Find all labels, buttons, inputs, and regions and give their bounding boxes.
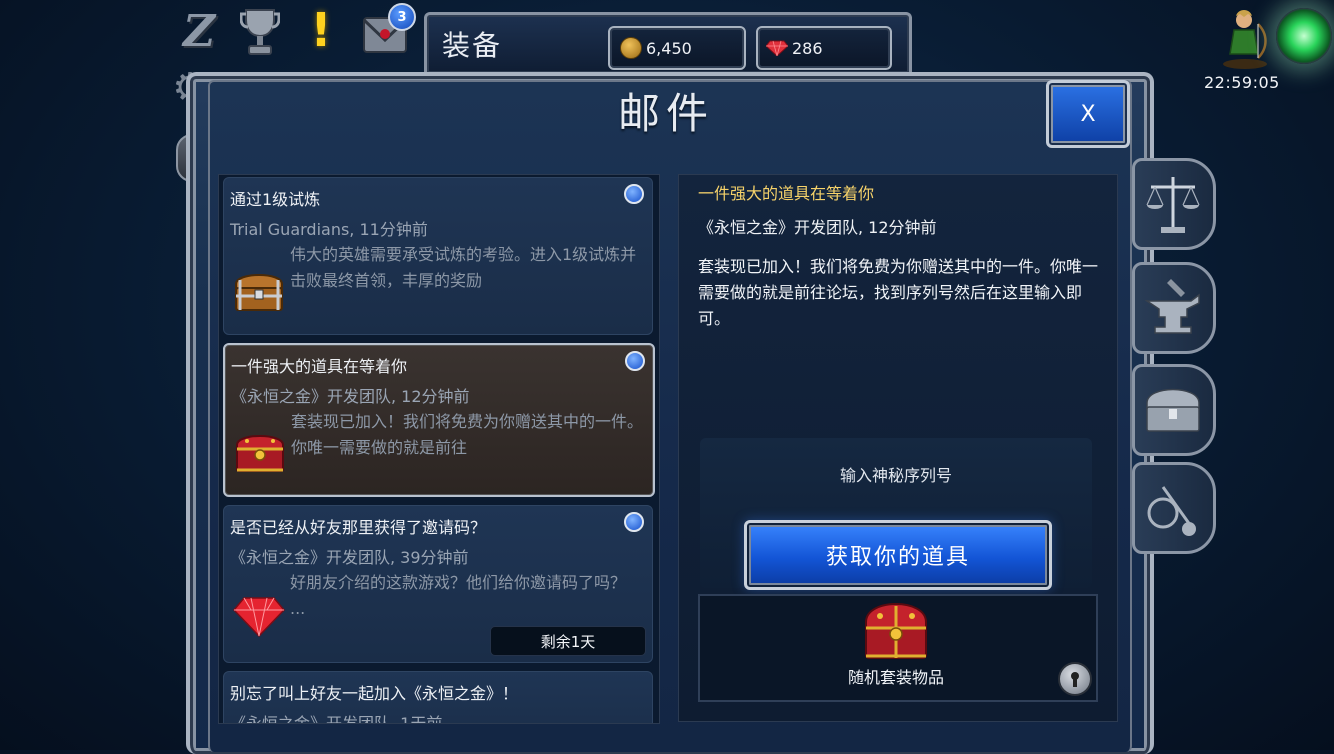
game-clock: 22:59:05 bbox=[1204, 73, 1280, 92]
red-chest-icon bbox=[865, 603, 927, 659]
mail-item-preview: 伟大的英雄需要承受试炼的考验。进入1级试炼并击败最终首领，丰厚的奖励 bbox=[290, 245, 637, 290]
side-tab-scales[interactable] bbox=[1132, 158, 1216, 250]
green-orb-icon[interactable] bbox=[1276, 8, 1332, 64]
mail-item-title: 是否已经从好友那里获得了邀请码？ bbox=[230, 518, 487, 537]
close-button[interactable]: X bbox=[1046, 80, 1130, 148]
side-tab-chest[interactable] bbox=[1132, 364, 1216, 456]
mail-list[interactable]: 通过1级试炼 Trial Guardians, 11分钟前 伟大的英雄需要承受试… bbox=[218, 174, 660, 724]
anvil-icon bbox=[1144, 279, 1200, 334]
logo-z-icon[interactable]: Z bbox=[176, 6, 222, 57]
mail-item-title: 通过1级试炼 bbox=[230, 190, 321, 209]
trophy-icon[interactable] bbox=[240, 6, 280, 58]
mail-item-preview: 套装现已加入！我们将免费为你赠送其中的一件。你唯一需要做的就是前往 bbox=[291, 412, 644, 457]
gold-counter[interactable]: 6,450 bbox=[608, 26, 746, 70]
chest-icon bbox=[1146, 388, 1200, 432]
dialog-title: 邮件 bbox=[617, 89, 714, 138]
serial-code-input[interactable]: 输入神秘序列号 bbox=[700, 462, 1092, 486]
mail-item-sender: 《永恒之金》开发团队, 39分钟前 bbox=[230, 548, 469, 567]
alchemy-icon bbox=[1147, 486, 1196, 536]
unread-dot-icon bbox=[625, 351, 645, 371]
mail-item[interactable]: 别忘了叫上好友一起加入《永恒之金》！ 《永恒之金》开发团队, 1天前 bbox=[223, 671, 653, 724]
gem-counter[interactable]: 286 bbox=[756, 26, 892, 70]
mail-item-sender: 《永恒之金》开发团队, 12分钟前 bbox=[231, 387, 470, 406]
time-left-badge: 剩余1天 bbox=[490, 626, 646, 656]
detail-title: 一件强大的道具在等着你 bbox=[698, 184, 875, 203]
detail-sender: 《永恒之金》开发团队, 12分钟前 bbox=[698, 218, 937, 237]
unread-dot-icon bbox=[624, 512, 644, 532]
side-tab-alchemy[interactable] bbox=[1132, 462, 1216, 554]
red-chest-icon bbox=[236, 435, 284, 472]
unread-dot-icon bbox=[624, 184, 644, 204]
mail-item-selected[interactable]: 一件强大的道具在等着你 《永恒之金》开发团队, 12分钟前 套装现已加入！我们将… bbox=[223, 343, 655, 497]
gem-value: 286 bbox=[792, 38, 823, 58]
mail-item-sender: 《永恒之金》开发团队, 1天前 bbox=[230, 714, 443, 724]
side-tab-anvil[interactable] bbox=[1132, 262, 1216, 354]
scales-icon bbox=[1146, 177, 1200, 233]
mail-item-title: 别忘了叫上好友一起加入《永恒之金》！ bbox=[230, 684, 519, 703]
mail-item-title: 一件强大的道具在等着你 bbox=[231, 357, 408, 376]
reward-label: 随机套装物品 bbox=[847, 668, 944, 687]
gold-value: 6,450 bbox=[646, 38, 692, 58]
mail-count-badge: 3 bbox=[388, 3, 416, 31]
ruby-gem-icon bbox=[766, 40, 788, 56]
ruby-icon bbox=[232, 597, 286, 638]
wooden-chest-icon bbox=[235, 274, 283, 311]
mail-item[interactable]: 是否已经从好友那里获得了邀请码？ 《永恒之金》开发团队, 39分钟前 好朋友介绍… bbox=[223, 505, 653, 663]
lock-icon[interactable] bbox=[1058, 662, 1092, 696]
hero-avatar[interactable] bbox=[1218, 6, 1272, 70]
alert-icon[interactable]: ! bbox=[306, 3, 336, 57]
mail-item-preview: 好朋友介绍的这款游戏？他们给你邀请码了吗？ ... bbox=[290, 573, 627, 618]
gold-coin-icon bbox=[620, 37, 642, 59]
mail-item-sender: Trial Guardians, 11分钟前 bbox=[230, 220, 428, 239]
detail-body: 套装现已加入！我们将免费为你赠送其中的一件。你唯一需要做的就是前往论坛，找到序列… bbox=[698, 257, 1099, 328]
section-title: 装备 bbox=[442, 29, 503, 62]
claim-item-button[interactable]: 获取你的道具 bbox=[744, 520, 1052, 590]
mail-item[interactable]: 通过1级试炼 Trial Guardians, 11分钟前 伟大的英雄需要承受试… bbox=[223, 177, 653, 335]
